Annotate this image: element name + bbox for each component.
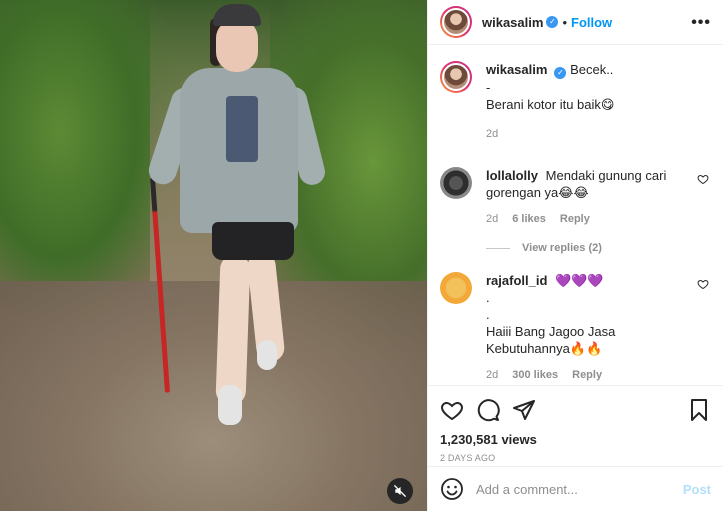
author-avatar[interactable] [440, 6, 472, 38]
comment-likes[interactable]: 300 likes [512, 367, 558, 384]
caption-avatar[interactable] [440, 61, 472, 93]
caption-time[interactable]: 2d [486, 126, 498, 143]
post-video[interactable] [0, 0, 427, 511]
more-options-icon[interactable]: ••• [691, 14, 711, 32]
instagram-post: wikasalim ✓ • Follow ••• wikasalim ✓ Bece… [0, 0, 723, 511]
post-actions: 1,230,581 views 2 DAYS AGO [428, 385, 723, 467]
like-comment-heart-icon[interactable] [697, 173, 709, 185]
comment-text-line3: . [486, 307, 490, 322]
save-bookmark-icon[interactable] [687, 398, 711, 422]
comment-likes[interactable]: 6 likes [512, 211, 546, 228]
follow-button[interactable]: Follow [571, 15, 612, 30]
hiker-figure [130, 0, 350, 440]
add-comment-bar: Add a comment... Post [428, 466, 723, 511]
like-heart-icon[interactable] [440, 398, 464, 422]
mute-button[interactable] [387, 478, 413, 504]
comment-time[interactable]: 2d [486, 211, 498, 228]
caption-username[interactable]: wikasalim [486, 62, 547, 77]
comment-item: lollalolly Mendaki gunung cari gorengan … [440, 167, 709, 228]
comment-bubble-icon[interactable] [476, 398, 500, 422]
view-replies-button[interactable]: View replies (2) [486, 242, 709, 254]
post-timestamp[interactable]: 2 DAYS AGO [440, 453, 711, 463]
caption-text-line3: Berani kotor itu baik😋 [486, 97, 615, 112]
speaker-muted-icon [394, 485, 406, 497]
comment-text-line2: . [486, 290, 490, 305]
post-header: wikasalim ✓ • Follow ••• [428, 0, 723, 45]
author-username[interactable]: wikasalim [482, 15, 543, 30]
comment-username[interactable]: rajafoll_id [486, 273, 547, 288]
caption-text-line1: Becek.. [570, 62, 614, 77]
like-comment-heart-icon[interactable] [697, 278, 709, 290]
separator-dot: • [562, 14, 567, 30]
comment-text-line1: 💜💜💜 [555, 273, 604, 288]
comment-time[interactable]: 2d [486, 367, 498, 384]
reply-button[interactable]: Reply [560, 211, 590, 228]
commenter-avatar[interactable] [440, 272, 472, 304]
comment-username[interactable]: lollalolly [486, 168, 538, 183]
post-comment-button[interactable]: Post [683, 482, 711, 497]
view-replies-label: View replies (2) [522, 242, 602, 254]
verified-badge-icon: ✓ [554, 67, 567, 79]
comment-text-line4: Haiii Bang Jagoo Jasa Kebutuhannya🔥🔥 [486, 324, 616, 356]
caption-text-line2: - [486, 80, 491, 95]
verified-badge-icon: ✓ [546, 16, 559, 28]
add-comment-input[interactable]: Add a comment... [476, 482, 683, 497]
view-count[interactable]: 1,230,581 views [440, 432, 711, 447]
comments-list: wikasalim ✓ Becek.. - Berani kotor itu ba… [428, 45, 723, 385]
commenter-avatar[interactable] [440, 167, 472, 199]
comment-item: rajafoll_id 💜💜💜 . . Haiii Bang Jagoo Jas… [440, 272, 709, 384]
reply-button[interactable]: Reply [572, 367, 602, 384]
post-sidebar: wikasalim ✓ • Follow ••• wikasalim ✓ Bece… [427, 0, 723, 511]
caption: wikasalim ✓ Becek.. - Berani kotor itu ba… [440, 61, 709, 143]
share-send-icon[interactable] [512, 398, 536, 422]
emoji-icon[interactable] [440, 477, 464, 501]
